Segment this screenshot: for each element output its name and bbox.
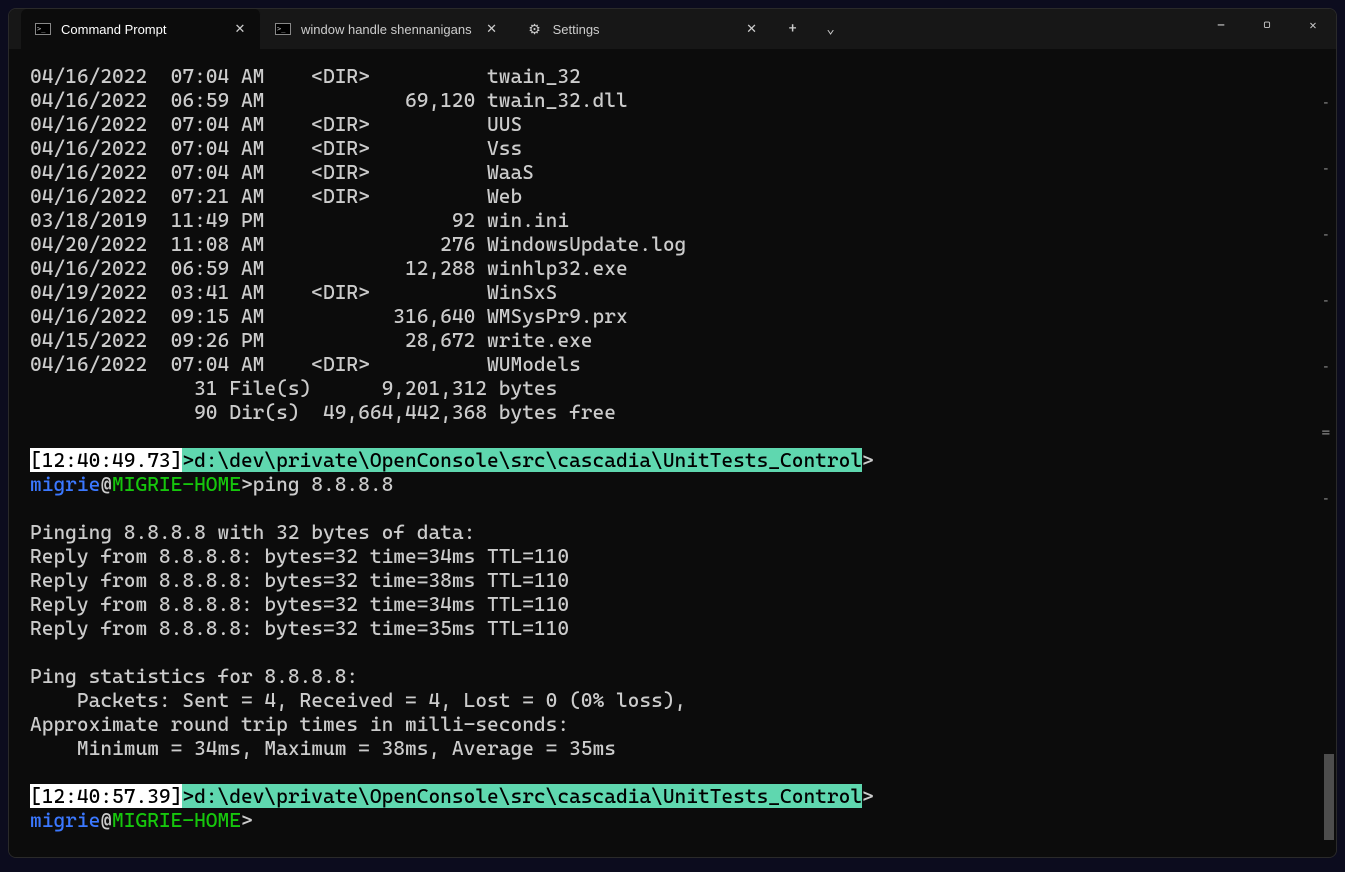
tab-window-handle-shennanigans[interactable]: >_ window handle shennanigans ✕ [261, 9, 513, 49]
ping-output-line: Reply from 8.8.8.8: bytes=32 time=34ms T… [30, 592, 1331, 616]
prompt-trail: > [862, 448, 874, 472]
close-icon[interactable]: ✕ [742, 19, 762, 39]
prompt-line: [12:40:49.73]>d:\dev\private\OpenConsole… [30, 448, 1331, 472]
at-sign: @ [100, 472, 112, 496]
terminal-output[interactable]: 04/16/2022 07:04 AM <DIR> twain_3204/16/… [9, 49, 1336, 857]
dir-listing-line: 04/16/2022 07:04 AM <DIR> Vss [30, 136, 1331, 160]
ping-output-line: Reply from 8.8.8.8: bytes=32 time=35ms T… [30, 616, 1331, 640]
dir-listing-line: 04/19/2022 03:41 AM <DIR> WinSxS [30, 280, 1331, 304]
prompt-host: MIGRIE-HOME [112, 472, 241, 496]
prompt-user: migrie [30, 472, 100, 496]
tab-dropdown-button[interactable]: ⌄ [813, 9, 849, 49]
tab-label: window handle shennanigans [301, 22, 472, 37]
minimap-mark: - [1322, 361, 1330, 377]
prompt-sep: > [241, 472, 253, 496]
minimize-button[interactable]: — [1198, 9, 1244, 41]
window-controls: — ▢ ✕ [1198, 9, 1336, 49]
terminal-window: >_ Command Prompt ✕ >_ window handle shennan… [8, 8, 1337, 858]
close-button[interactable]: ✕ [1290, 9, 1336, 41]
dir-listing-line: 04/16/2022 07:04 AM <DIR> twain_32 [30, 64, 1331, 88]
ping-output-line [30, 640, 1331, 664]
prompt-host: MIGRIE-HOME [112, 808, 241, 832]
maximize-button[interactable]: ▢ [1244, 9, 1290, 41]
at-sign: @ [100, 808, 112, 832]
dir-listing-line: 04/16/2022 07:04 AM <DIR> UUS [30, 112, 1331, 136]
ping-output-line: Minimum = 34ms, Maximum = 38ms, Average … [30, 736, 1331, 760]
close-icon[interactable]: ✕ [482, 19, 502, 39]
command-text: ping 8.8.8.8 [253, 472, 394, 496]
tab-label: Settings [553, 22, 732, 37]
dir-listing-line: 04/20/2022 11:08 AM 276 WindowsUpdate.lo… [30, 232, 1331, 256]
ping-output-line: Packets: Sent = 4, Received = 4, Lost = … [30, 688, 1331, 712]
tab-label: Command Prompt [61, 22, 220, 37]
prompt-trail: > [862, 784, 874, 808]
ping-output-line [30, 760, 1331, 784]
titlebar: >_ Command Prompt ✕ >_ window handle shennan… [9, 9, 1336, 49]
minimap-mark: - [1322, 295, 1330, 311]
dir-listing-line: 04/16/2022 07:21 AM <DIR> Web [30, 184, 1331, 208]
prompt-path: >d:\dev\private\OpenConsole\src\cascadia… [182, 448, 862, 472]
gear-icon: ⚙ [527, 21, 543, 37]
tab-command-prompt[interactable]: >_ Command Prompt ✕ [21, 9, 261, 49]
dir-listing-line: 04/16/2022 07:04 AM <DIR> WaaS [30, 160, 1331, 184]
prompt-timestamp: [12:40:49.73] [30, 448, 182, 472]
dir-listing-line: 04/16/2022 07:04 AM <DIR> WUModels [30, 352, 1331, 376]
ping-output-line: Reply from 8.8.8.8: bytes=32 time=38ms T… [30, 568, 1331, 592]
prompt-timestamp: [12:40:57.39] [30, 784, 182, 808]
prompt-user: migrie [30, 808, 100, 832]
blank-line [30, 424, 1331, 448]
ping-output-line: Ping statistics for 8.8.8.8: [30, 664, 1331, 688]
cmd-icon: >_ [275, 21, 291, 37]
prompt-user-line: migrie@MIGRIE-HOME> [30, 808, 1331, 832]
prompt-line: [12:40:57.39]>d:\dev\private\OpenConsole… [30, 784, 1331, 808]
scrollbar-thumb[interactable] [1324, 754, 1334, 840]
dir-listing-line: 04/16/2022 06:59 AM 12,288 winhlp32.exe [30, 256, 1331, 280]
dir-listing-line: 04/15/2022 09:26 PM 28,672 write.exe [30, 328, 1331, 352]
prompt-path: >d:\dev\private\OpenConsole\src\cascadia… [182, 784, 862, 808]
ping-output-line: Approximate round trip times in milli-se… [30, 712, 1331, 736]
dir-listing-line: 90 Dir(s) 49,664,442,368 bytes free [30, 400, 1331, 424]
tab-strip: >_ Command Prompt ✕ >_ window handle shennan… [9, 9, 773, 49]
tab-settings[interactable]: ⚙ Settings ✕ [513, 9, 773, 49]
prompt-user-line: migrie@MIGRIE-HOME>ping 8.8.8.8 [30, 472, 1331, 496]
minimap-mark: - [1322, 229, 1330, 245]
dir-listing-line: 31 File(s) 9,201,312 bytes [30, 376, 1331, 400]
minimap-mark: = [1322, 427, 1330, 443]
minimap-mark: - [1322, 97, 1330, 113]
ping-output-line: Pinging 8.8.8.8 with 32 bytes of data: [30, 520, 1331, 544]
new-tab-button[interactable]: + [773, 9, 813, 49]
dir-listing-line: 04/16/2022 06:59 AM 69,120 twain_32.dll [30, 88, 1331, 112]
prompt-sep: > [241, 808, 253, 832]
ping-output-line [30, 496, 1331, 520]
close-icon[interactable]: ✕ [230, 19, 250, 39]
tab-actions: + ⌄ [773, 9, 849, 49]
ping-output-line: Reply from 8.8.8.8: bytes=32 time=34ms T… [30, 544, 1331, 568]
minimap-mark: - [1322, 163, 1330, 179]
dir-listing-line: 04/16/2022 09:15 AM 316,640 WMSysPr9.prx [30, 304, 1331, 328]
minimap-marks: - - - - - = - [1322, 97, 1330, 509]
cmd-icon: >_ [35, 21, 51, 37]
dir-listing-line: 03/18/2019 11:49 PM 92 win.ini [30, 208, 1331, 232]
minimap-mark: - [1322, 493, 1330, 509]
